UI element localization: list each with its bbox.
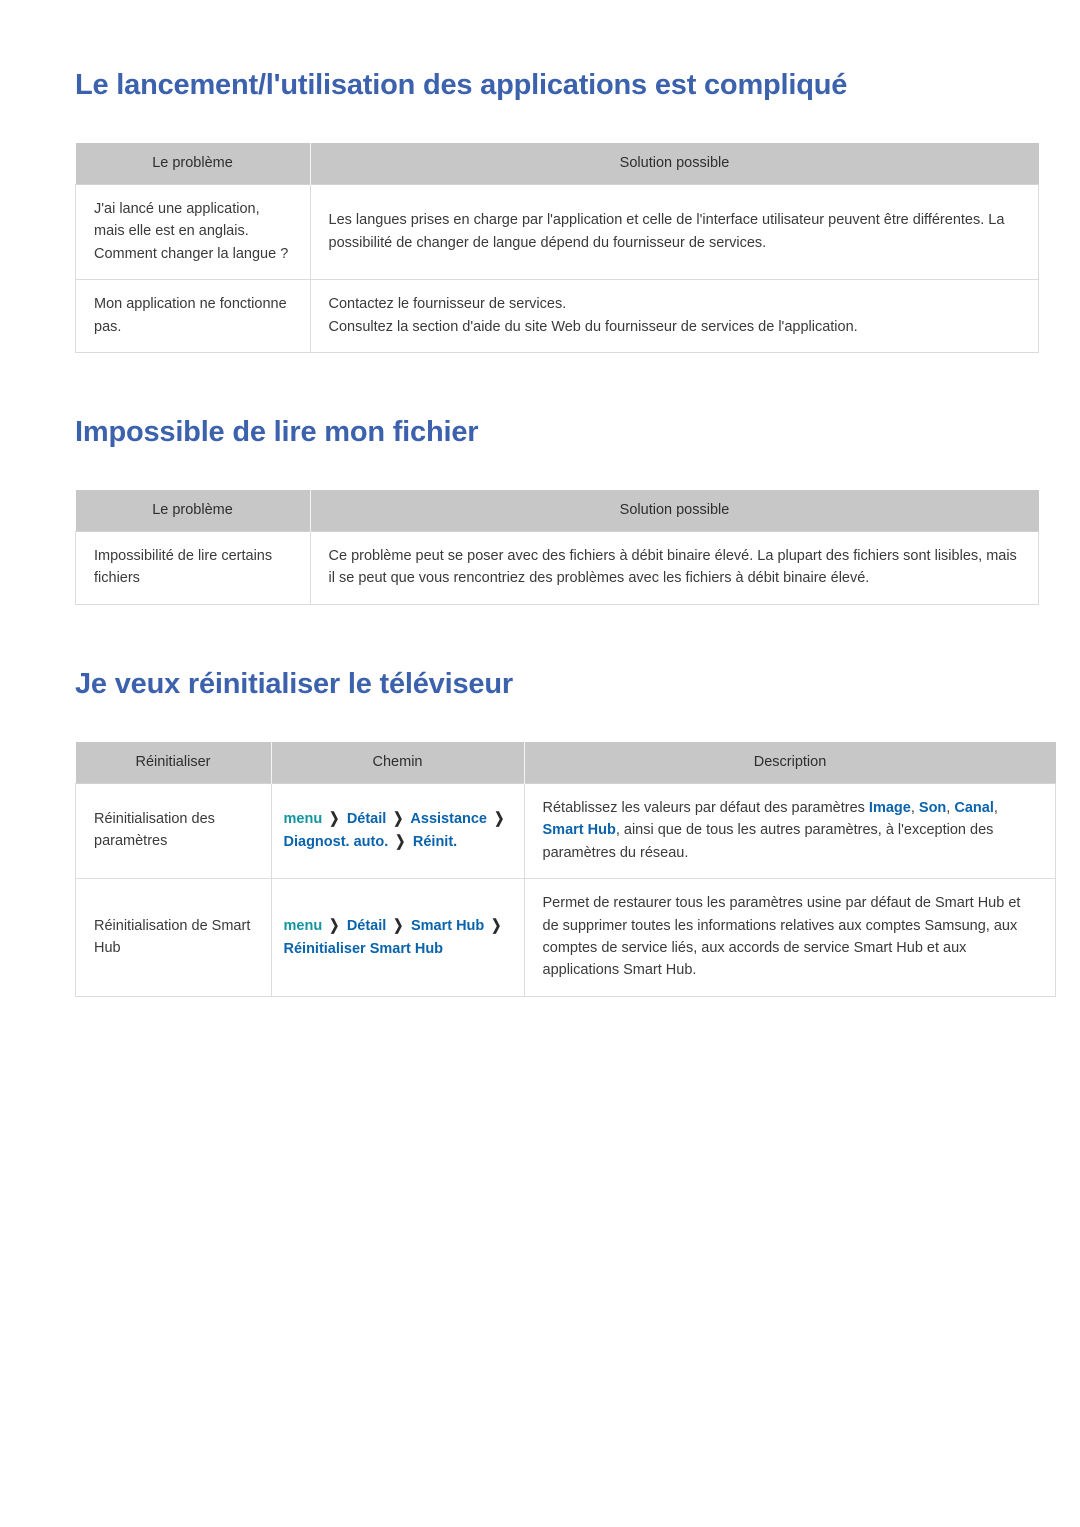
solution-line: Les langues prises en charge par l'appli…	[328, 212, 1005, 251]
chevron-right-icon: ❯	[329, 809, 340, 827]
table-row: Réinitialisation de Smart Hub menu ❯ Dét…	[75, 878, 1056, 997]
solution-line: Consultez la section d'aide du site Web …	[328, 318, 858, 335]
reset-options-table: Réinitialiser Chemin Description Réiniti…	[75, 741, 1056, 997]
menu-path-token: Réinitialiser Smart Hub	[283, 940, 444, 957]
table-row: Réinitialisation des paramètres menu ❯ D…	[75, 782, 1056, 880]
column-header-path: Chemin	[271, 741, 525, 784]
table-wrapper-file-playback: Le problème Solution possible Impossibil…	[75, 489, 1039, 605]
chevron-right-icon: ❯	[329, 917, 340, 935]
cell-reset-name: Réinitialisation des paramètres	[75, 782, 272, 880]
chevron-right-icon: ❯	[491, 917, 502, 935]
cell-problem: J'ai lancé une application, mais elle es…	[75, 183, 311, 281]
cell-solution: Ce problème peut se poser avec des fichi…	[309, 530, 1039, 605]
table-header: Réinitialiser Chemin Description	[75, 741, 1056, 784]
table-wrapper-reset: Réinitialiser Chemin Description Réiniti…	[75, 741, 1056, 997]
document-page: Le lancement/l'utilisation des applicati…	[0, 0, 1080, 1527]
solution-line: Ce problème peut se poser avec des fichi…	[328, 547, 1017, 587]
setting-name-highlight: Son	[918, 799, 947, 816]
column-header-solution: Solution possible	[310, 142, 1039, 185]
setting-name-highlight: Image	[868, 799, 911, 816]
cell-menu-path: menu ❯ Détail ❯ Smart Hub ❯ Réinitialise…	[270, 878, 525, 997]
menu-path-token: Détail	[346, 810, 387, 827]
cell-solution: Contactez le fournisseur de services. Co…	[309, 279, 1039, 354]
solution-line: Contactez le fournisseur de services.	[328, 296, 567, 313]
file-playback-troubleshooting-table: Le problème Solution possible Impossibil…	[75, 489, 1039, 605]
cell-problem: Impossibilité de lire certains fichiers	[75, 530, 311, 605]
table-header-row: Réinitialiser Chemin Description	[75, 741, 1056, 784]
cell-description: Permet de restaurer tous les paramètres …	[523, 878, 1056, 997]
menu-path-token: Smart Hub	[410, 918, 485, 935]
column-header-reset: Réinitialiser	[75, 741, 272, 784]
table-header: Le problème Solution possible	[75, 489, 1039, 532]
cell-menu-path: menu ❯ Détail ❯ Assistance ❯ Diagnost. a…	[270, 782, 525, 880]
table-header-row: Le problème Solution possible	[75, 489, 1039, 532]
menu-root-token: menu	[283, 810, 323, 827]
column-header-problem: Le problème	[75, 142, 311, 185]
menu-path-token: Assistance	[410, 810, 487, 827]
chevron-right-icon: ❯	[494, 809, 505, 827]
cell-problem: Mon application ne fonctionne pas.	[75, 279, 311, 354]
menu-path-token: Détail	[346, 918, 387, 935]
table-body: Impossibilité de lire certains fichiers …	[75, 530, 1039, 605]
chevron-right-icon: ❯	[393, 809, 404, 827]
applications-troubleshooting-table: Le problème Solution possible J'ai lancé…	[75, 142, 1039, 354]
column-header-solution: Solution possible	[310, 489, 1039, 532]
setting-name-highlight: Smart Hub	[542, 822, 616, 839]
table-body: Réinitialisation des paramètres menu ❯ D…	[75, 782, 1056, 997]
column-header-problem: Le problème	[75, 489, 311, 532]
table-body: J'ai lancé une application, mais elle es…	[75, 183, 1039, 354]
cell-description: Rétablissez les valeurs par défaut des p…	[523, 782, 1056, 880]
column-header-description: Description	[524, 741, 1056, 784]
chevron-right-icon: ❯	[393, 917, 404, 935]
menu-path-token: Réinit.	[412, 834, 458, 851]
page-title-reset-tv: Je veux réinitialiser le téléviseur	[75, 667, 513, 700]
setting-name-highlight: Canal	[954, 799, 994, 816]
cell-reset-name: Réinitialisation de Smart Hub	[75, 878, 272, 997]
table-header-row: Le problème Solution possible	[75, 142, 1039, 185]
table-wrapper-applications: Le problème Solution possible J'ai lancé…	[75, 142, 1039, 354]
table-row: J'ai lancé une application, mais elle es…	[75, 183, 1039, 281]
cell-solution: Les langues prises en charge par l'appli…	[309, 183, 1039, 281]
page-title-applications: Le lancement/l'utilisation des applicati…	[75, 69, 848, 101]
table-header: Le problème Solution possible	[75, 142, 1039, 185]
page-title-file-playback: Impossible de lire mon fichier	[75, 416, 479, 449]
table-row: Mon application ne fonctionne pas. Conta…	[75, 279, 1039, 354]
chevron-right-icon: ❯	[395, 833, 406, 851]
menu-path-token: Diagnost. auto.	[283, 834, 389, 851]
table-row: Impossibilité de lire certains fichiers …	[75, 530, 1039, 605]
menu-root-token: menu	[283, 918, 323, 935]
